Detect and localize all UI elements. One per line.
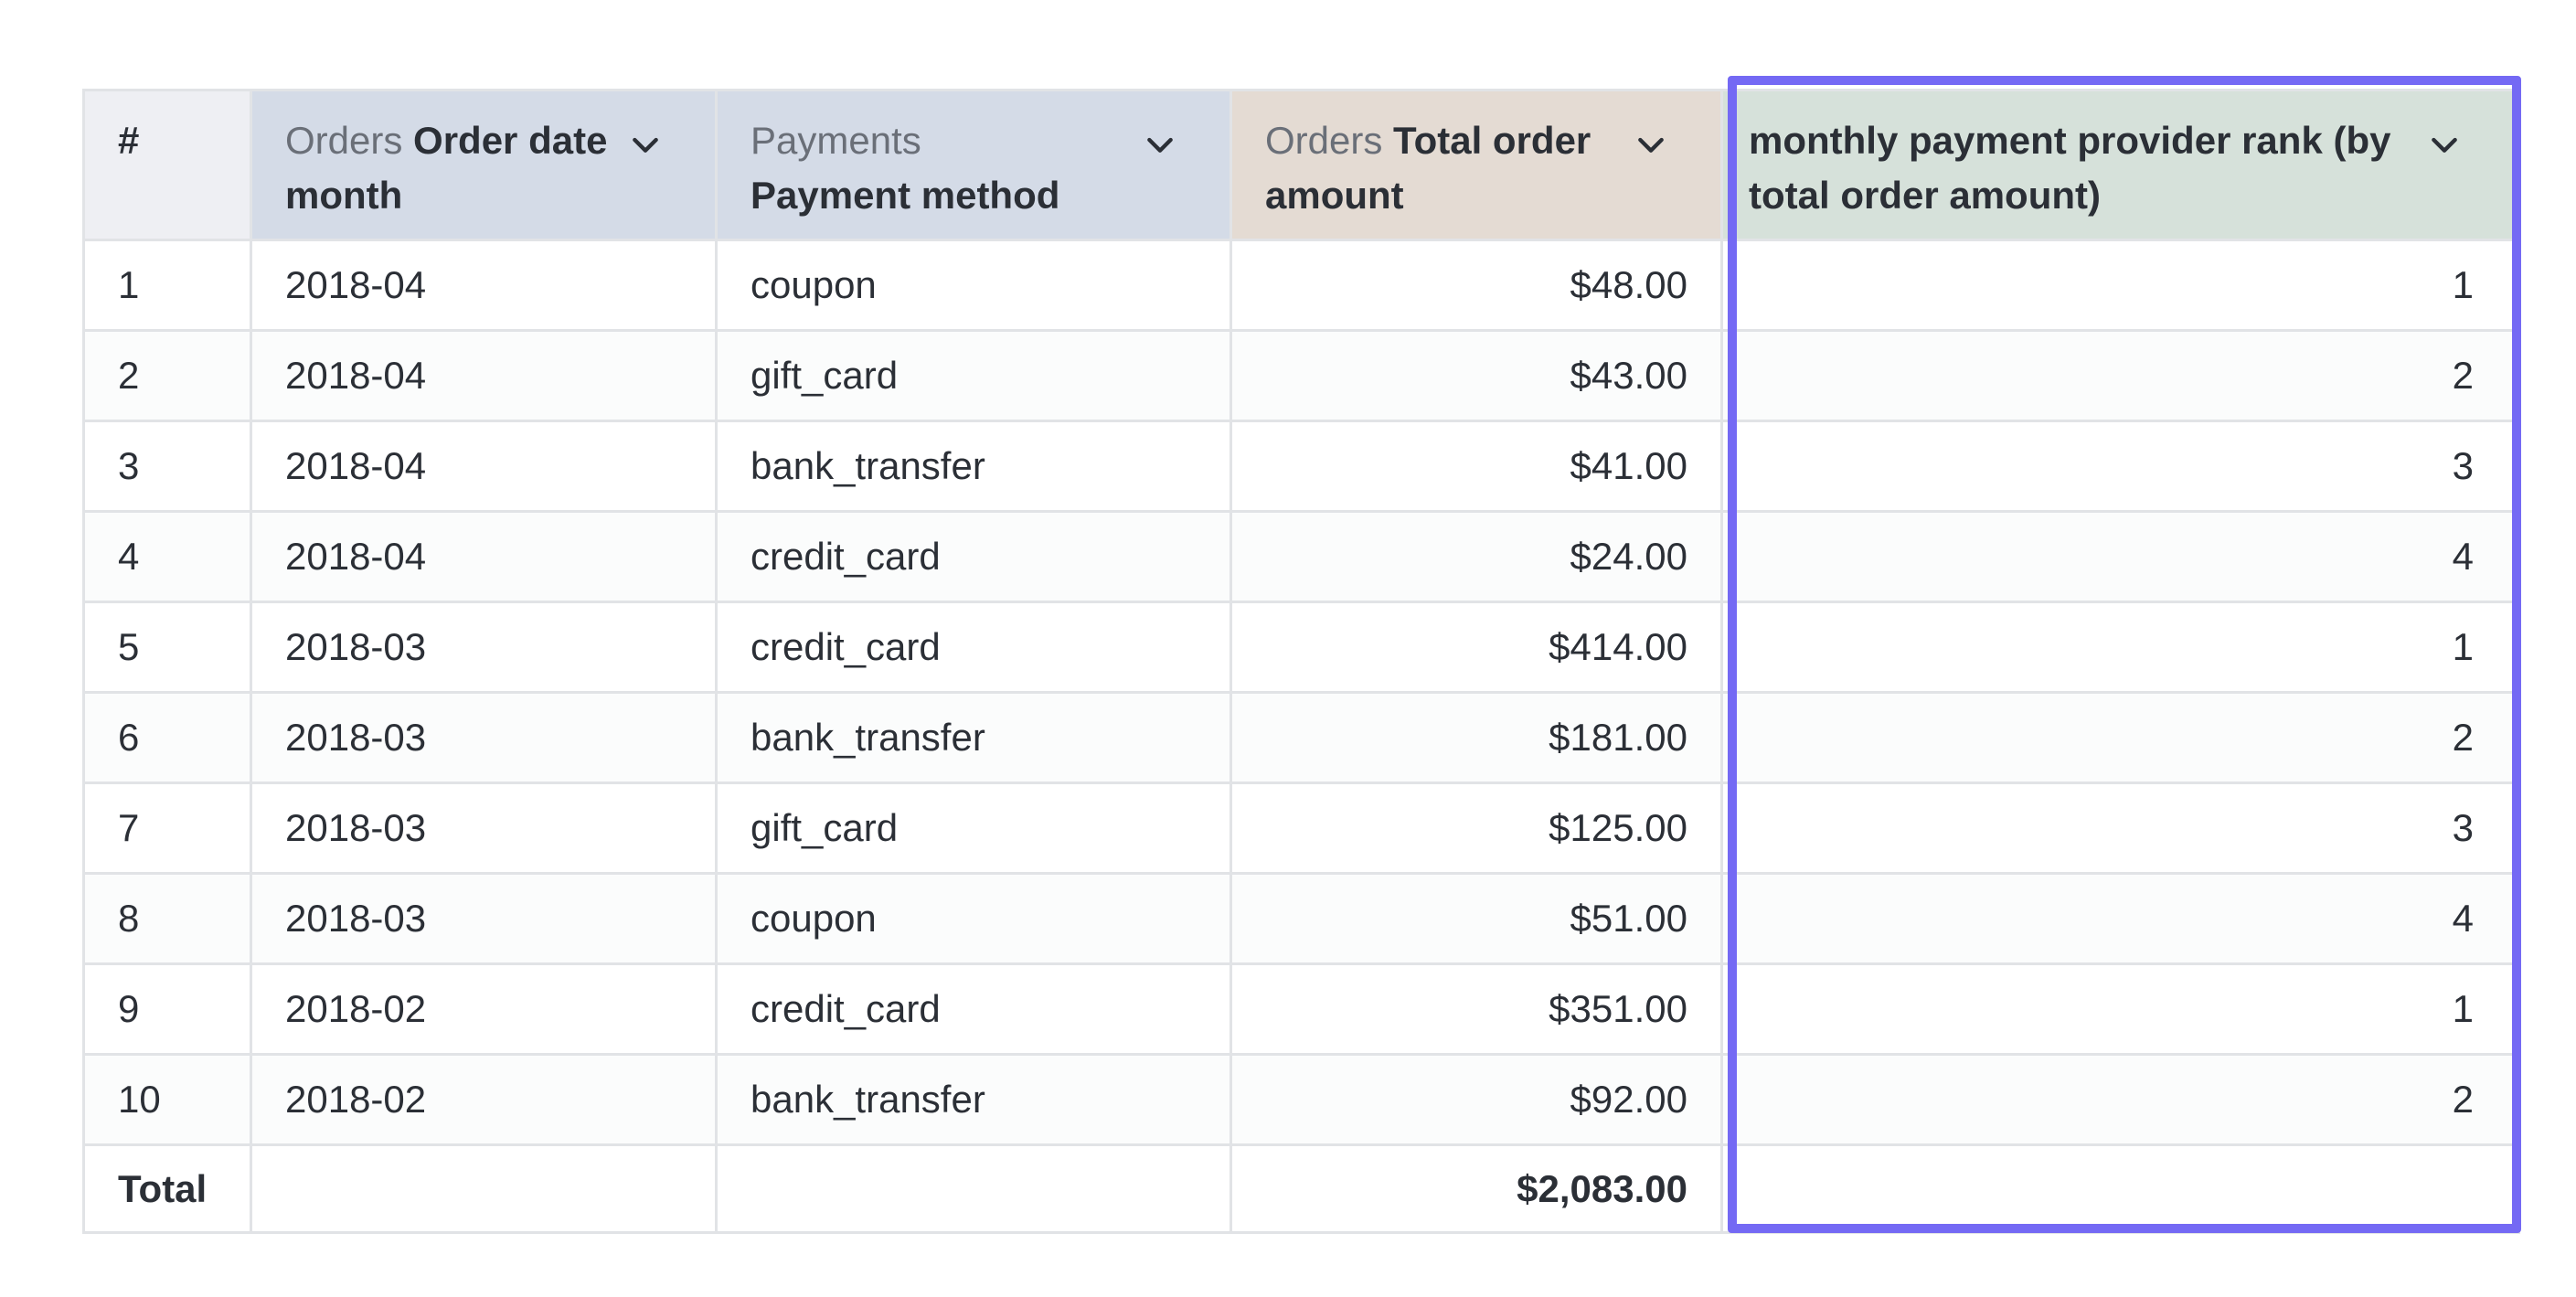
- cell-order-date-month: 2018-03: [250, 781, 718, 875]
- cell-index: 3: [82, 420, 252, 513]
- cell-rank: 1: [1720, 239, 2520, 332]
- cell-payment-method: gift_card: [715, 781, 1232, 875]
- column-header-index: #: [82, 89, 252, 241]
- cell-rank: 2: [1720, 1053, 2520, 1146]
- cell-total-order-amount: $351.00: [1229, 962, 1723, 1056]
- column-header-total-order-amount[interactable]: Orders Total order amount: [1229, 89, 1723, 241]
- table-row: 2 2018-04 gift_card $43.00 2: [82, 329, 2520, 422]
- table-body: 1 2018-04 coupon $48.00 1 2 2018-04 gift…: [82, 239, 2520, 1146]
- table-row: 9 2018-02 credit_card $351.00 1: [82, 962, 2520, 1056]
- cell-payment-method: gift_card: [715, 329, 1232, 422]
- results-table: # Orders Order date month Payments Payme…: [82, 89, 2520, 1234]
- cell-order-date-month: 2018-04: [250, 239, 718, 332]
- cell-order-date-month: 2018-03: [250, 872, 718, 965]
- cell-payment-method: credit_card: [715, 601, 1232, 694]
- chevron-down-icon[interactable]: [627, 126, 664, 163]
- cell-order-date-month: 2018-04: [250, 329, 718, 422]
- totals-cell-empty: [250, 1143, 718, 1234]
- cell-order-date-month: 2018-03: [250, 691, 718, 784]
- cell-index: 7: [82, 781, 252, 875]
- chevron-down-icon[interactable]: [2426, 126, 2463, 163]
- totals-amount: $2,083.00: [1229, 1143, 1723, 1234]
- column-header-index-label: #: [118, 119, 140, 162]
- cell-total-order-amount: $181.00: [1229, 691, 1723, 784]
- totals-row: Total $2,083.00: [82, 1143, 2520, 1234]
- cell-rank: 2: [1720, 691, 2520, 784]
- column-header-name: Payment method: [750, 174, 1060, 217]
- cell-total-order-amount: $92.00: [1229, 1053, 1723, 1146]
- cell-order-date-month: 2018-04: [250, 510, 718, 603]
- cell-rank: 1: [1720, 601, 2520, 694]
- table-row: 5 2018-03 credit_card $414.00 1: [82, 601, 2520, 694]
- table-row: 10 2018-02 bank_transfer $92.00 2: [82, 1053, 2520, 1146]
- cell-order-date-month: 2018-04: [250, 420, 718, 513]
- cell-total-order-amount: $51.00: [1229, 872, 1723, 965]
- table-row: 1 2018-04 coupon $48.00 1: [82, 239, 2520, 332]
- column-header-payment-method[interactable]: Payments Payment method: [715, 89, 1232, 241]
- cell-payment-method: bank_transfer: [715, 420, 1232, 513]
- cell-index: 9: [82, 962, 252, 1056]
- cell-rank: 1: [1720, 962, 2520, 1056]
- cell-total-order-amount: $48.00: [1229, 239, 1723, 332]
- table-header: # Orders Order date month Payments Payme…: [82, 89, 2520, 241]
- table-row: 4 2018-04 credit_card $24.00 4: [82, 510, 2520, 603]
- cell-rank: 3: [1720, 420, 2520, 513]
- column-header-prefix: Payments: [750, 119, 921, 162]
- chevron-down-icon[interactable]: [1633, 126, 1669, 163]
- table-row: 8 2018-03 coupon $51.00 4: [82, 872, 2520, 965]
- table-footer: Total $2,083.00: [82, 1143, 2520, 1234]
- cell-total-order-amount: $125.00: [1229, 781, 1723, 875]
- cell-payment-method: bank_transfer: [715, 1053, 1232, 1146]
- cell-payment-method: bank_transfer: [715, 691, 1232, 784]
- column-header-prefix: Orders: [1265, 119, 1383, 162]
- cell-payment-method: credit_card: [715, 510, 1232, 603]
- totals-label: Total: [82, 1143, 252, 1234]
- table-row: 3 2018-04 bank_transfer $41.00 3: [82, 420, 2520, 513]
- cell-index: 5: [82, 601, 252, 694]
- cell-rank: 2: [1720, 329, 2520, 422]
- table-row: 7 2018-03 gift_card $125.00 3: [82, 781, 2520, 875]
- table-row: 6 2018-03 bank_transfer $181.00 2: [82, 691, 2520, 784]
- cell-payment-method: credit_card: [715, 962, 1232, 1056]
- cell-order-date-month: 2018-03: [250, 601, 718, 694]
- cell-index: 2: [82, 329, 252, 422]
- cell-payment-method: coupon: [715, 872, 1232, 965]
- column-header-monthly-payment-provider-rank[interactable]: monthly payment provider rank (by total …: [1720, 89, 2520, 241]
- cell-rank: 4: [1720, 510, 2520, 603]
- cell-index: 8: [82, 872, 252, 965]
- cell-total-order-amount: $43.00: [1229, 329, 1723, 422]
- cell-order-date-month: 2018-02: [250, 962, 718, 1056]
- cell-total-order-amount: $414.00: [1229, 601, 1723, 694]
- cell-index: 1: [82, 239, 252, 332]
- cell-total-order-amount: $41.00: [1229, 420, 1723, 513]
- cell-rank: 4: [1720, 872, 2520, 965]
- cell-total-order-amount: $24.00: [1229, 510, 1723, 603]
- cell-payment-method: coupon: [715, 239, 1232, 332]
- column-header-name: monthly payment provider rank (by total …: [1749, 119, 2391, 217]
- totals-cell-empty: [1720, 1143, 2520, 1234]
- column-header-prefix: Orders: [285, 119, 403, 162]
- totals-cell-empty: [715, 1143, 1232, 1234]
- chevron-down-icon[interactable]: [1142, 126, 1178, 163]
- cell-order-date-month: 2018-02: [250, 1053, 718, 1146]
- cell-rank: 3: [1720, 781, 2520, 875]
- results-table-container: # Orders Order date month Payments Payme…: [82, 89, 2520, 1234]
- cell-index: 10: [82, 1053, 252, 1146]
- cell-index: 6: [82, 691, 252, 784]
- header-row: # Orders Order date month Payments Payme…: [82, 89, 2520, 241]
- cell-index: 4: [82, 510, 252, 603]
- column-header-order-date-month[interactable]: Orders Order date month: [250, 89, 718, 241]
